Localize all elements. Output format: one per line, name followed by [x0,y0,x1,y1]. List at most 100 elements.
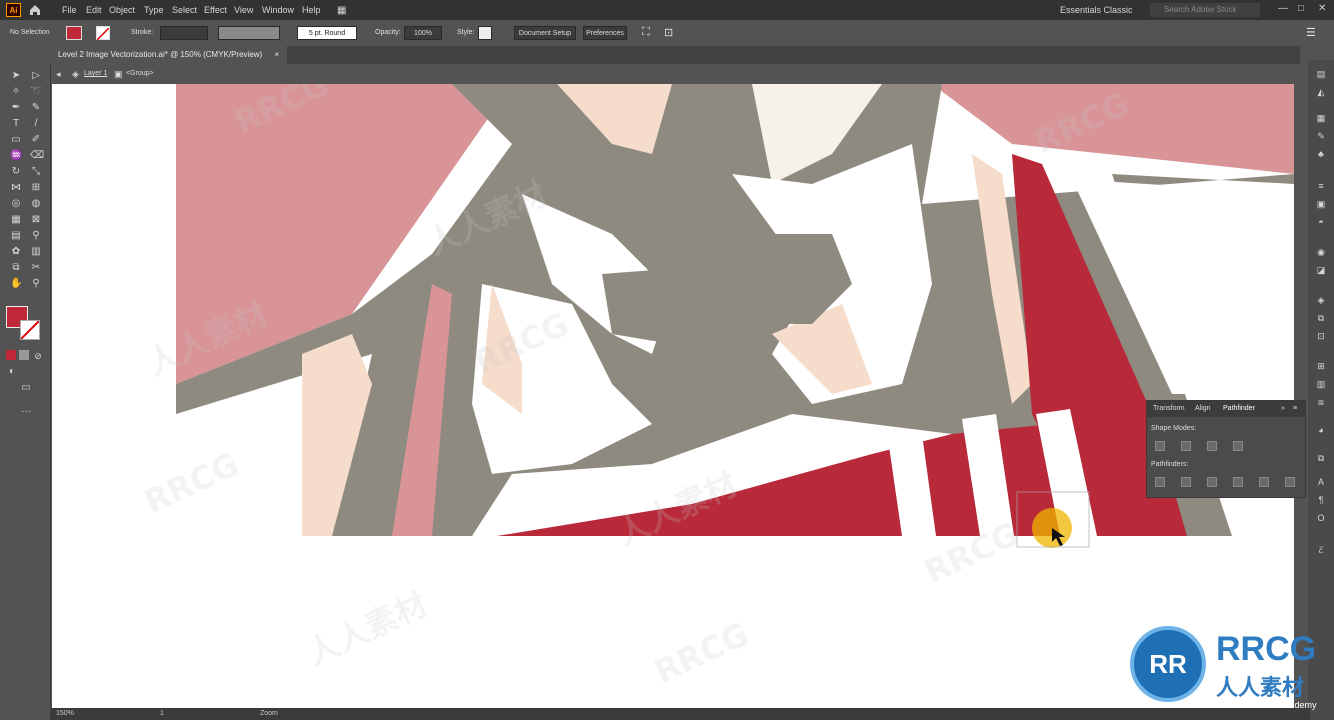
rotate-tool-icon[interactable]: ↻ [10,166,22,178]
brush-definition[interactable]: 5 pt. Round [297,26,357,40]
minimize-icon[interactable]: — [1278,3,1288,14]
direct-selection-tool-icon[interactable]: ▷ [30,70,42,82]
swatches-panel-icon[interactable]: ▦ [1315,112,1327,124]
document-setup-button[interactable]: Document Setup [514,26,576,40]
artboards-panel-icon[interactable]: ⧉ [1315,312,1327,324]
transform-panel-icon[interactable]: ⊞ [1315,360,1327,372]
artboard-tool-icon[interactable]: ⧉ [10,262,22,274]
close-window-icon[interactable]: ✕ [1318,3,1326,14]
screen-mode-icon[interactable]: ▭ [20,382,32,394]
zoom-level[interactable]: 150% [56,710,74,717]
breadcrumb-layer[interactable]: Layer 1 [84,70,107,77]
maximize-icon[interactable]: □ [1298,3,1304,14]
outline-button[interactable] [1259,477,1269,487]
stroke-swatch[interactable] [20,320,40,340]
opacity-field[interactable]: 100% [404,26,442,40]
gradient-panel-icon[interactable]: ▣ [1315,198,1327,210]
color-mode-icon[interactable] [6,350,16,360]
symbols-panel-icon[interactable]: ♣ [1315,148,1327,160]
color-panel-icon[interactable]: ◕ [1315,424,1327,436]
stroke-panel-icon[interactable]: ≡ [1315,180,1327,192]
tab-transform[interactable]: Transform [1153,405,1185,412]
free-transform-tool-icon[interactable]: ⊞ [30,182,42,194]
draw-mode-icon[interactable]: ◐ [6,366,18,378]
pathfinder-panel-icon[interactable]: ⧈ [1315,396,1327,408]
gradient-mode-icon[interactable] [19,350,29,360]
appearance-panel-icon[interactable]: ◉ [1315,246,1327,258]
fill-color-swatch[interactable] [66,26,82,40]
stroke-color-swatch[interactable] [96,26,110,41]
graphic-style-swatch[interactable] [478,26,492,40]
search-stock-input[interactable]: Search Adobe Stock [1150,3,1260,17]
mesh-tool-icon[interactable]: ⊠ [30,214,42,226]
opentype-panel-icon[interactable]: O [1315,512,1327,524]
trim-button[interactable] [1181,477,1191,487]
width-tool-icon[interactable]: ⋈ [10,182,22,194]
menu-view[interactable]: View [234,5,253,15]
eraser-tool-icon[interactable]: ⌫ [30,150,44,162]
tab-pathfinder[interactable]: Pathfinder [1223,405,1255,412]
minus-back-button[interactable] [1285,477,1295,487]
recolor-icon[interactable]: ⛶ [642,26,650,39]
merge-button[interactable] [1207,477,1217,487]
menu-edit[interactable]: Edit [86,5,102,15]
back-arrow-icon[interactable]: ◂ [56,69,61,80]
panel-collapse-icon[interactable]: » [1281,405,1285,412]
shaper-tool-icon[interactable]: ♒ [10,150,22,162]
menu-type[interactable]: Type [144,5,164,15]
glyphs-panel-icon[interactable]: ℰ [1315,544,1327,556]
breadcrumb-group[interactable]: <Group> [126,70,154,77]
symbol-sprayer-tool-icon[interactable]: ✿ [10,246,22,258]
artboard-canvas[interactable]: RRCG 人人素材 人人素材 RRCG RRCG 人人素材 RRCG 人人素材 … [52,84,1294,708]
unite-button[interactable] [1155,441,1165,451]
eyedropper-tool-icon[interactable]: ⚲ [30,230,42,242]
menu-select[interactable]: Select [172,5,197,15]
align-panel-icon[interactable]: ▥ [1315,378,1327,390]
type-tool-icon[interactable]: T [10,118,22,130]
crop-button[interactable] [1233,477,1243,487]
exclude-button[interactable] [1233,441,1243,451]
isolate-icon[interactable]: ⊡ [664,26,673,39]
opacity-label[interactable]: Opacity: [375,29,401,36]
panel-options-icon[interactable]: ≡ [1293,405,1297,412]
shape-builder-tool-icon[interactable]: ◎ [10,198,22,210]
slice-tool-icon[interactable]: ✂ [30,262,42,274]
close-tab-icon[interactable]: × [274,50,279,59]
column-graph-tool-icon[interactable]: ▥ [30,246,42,258]
document-tab[interactable]: Level 2 Image Vectorization.ai* @ 150% (… [50,46,288,64]
libraries-panel-icon[interactable]: ◭ [1315,86,1327,98]
character-panel-icon[interactable]: A [1315,476,1327,488]
selection-tool-icon[interactable]: ➤ [10,70,22,82]
pen-tool-icon[interactable]: ✒ [10,102,22,114]
none-mode-icon[interactable]: ⊘ [32,350,44,362]
menu-effect[interactable]: Effect [204,5,227,15]
menu-window[interactable]: Window [262,5,294,15]
stroke-weight-field[interactable] [160,26,208,40]
layers-panel-icon[interactable]: ◈ [1315,294,1327,306]
tab-align[interactable]: Align [1195,405,1211,412]
graphic-styles-panel-icon[interactable]: ◪ [1315,264,1327,276]
live-paint-tool-icon[interactable]: ◍ [30,198,42,210]
workspace-switcher[interactable]: Essentials Classic [1060,5,1133,15]
pathfinder-active-icon[interactable]: ⧉ [1315,452,1327,464]
scale-tool-icon[interactable]: ⤡ [30,166,42,178]
home-icon[interactable] [28,3,42,17]
variable-width-profile[interactable] [218,26,280,40]
minus-front-button[interactable] [1181,441,1191,451]
menu-help[interactable]: Help [302,5,321,15]
transparency-panel-icon[interactable]: ◓ [1315,216,1327,228]
stroke-label[interactable]: Stroke: [131,29,153,36]
lasso-tool-icon[interactable]: ➰ [30,86,42,98]
artboard-number[interactable]: 1 [160,710,164,717]
asset-export-panel-icon[interactable]: ⊡ [1315,330,1327,342]
curvature-tool-icon[interactable]: ✎ [30,102,42,114]
arrange-documents-icon[interactable]: ▦ [337,5,346,16]
gradient-tool-icon[interactable]: ▤ [10,230,22,242]
magic-wand-tool-icon[interactable]: ✧ [10,86,22,98]
paintbrush-tool-icon[interactable]: ✐ [30,134,42,146]
hand-tool-icon[interactable]: ✋ [10,278,22,290]
preferences-button[interactable]: Preferences [583,26,627,40]
perspective-grid-tool-icon[interactable]: ▦ [10,214,22,226]
more-tools-icon[interactable]: … [20,404,32,416]
intersect-button[interactable] [1207,441,1217,451]
